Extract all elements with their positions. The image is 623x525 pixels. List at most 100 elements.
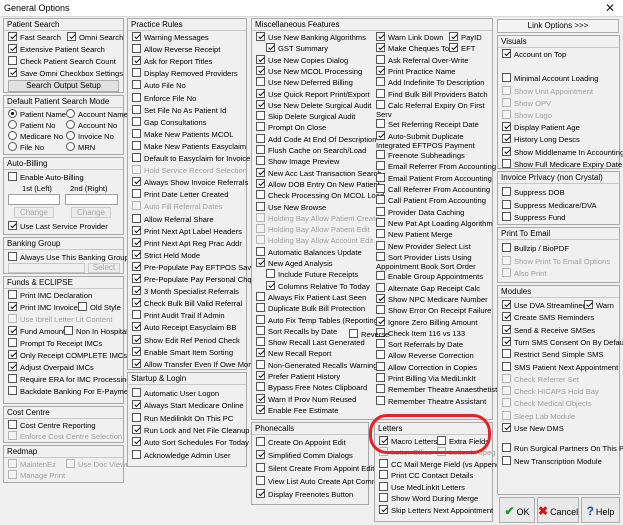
- letter-in-jpeg-checkbox[interactable]: Letter In Jpeg: [437, 447, 495, 458]
- always-show-invoice-referrals-checkbox[interactable]: Always Show Invoice Referrals: [132, 177, 248, 188]
- adjust-overpaid-imcs-checkbox[interactable]: Adjust Overpaid IMCs: [8, 362, 94, 373]
- auto-receipt-easyclaim-bb-checkbox[interactable]: Auto Receipt Easyclaim BB: [132, 322, 236, 333]
- print-audit-trail-if-admin-checkbox[interactable]: Print Audit Trail If Admin: [132, 310, 225, 321]
- print-practice-name-checkbox[interactable]: Print Practice Name: [376, 65, 456, 77]
- auto-sort-schedules-for-today-checkbox[interactable]: Auto Sort Schedules For Today: [132, 437, 249, 448]
- link-options-button[interactable]: Link Options >>>: [497, 19, 619, 33]
- call-patient-from-accounting-checkbox[interactable]: Call Patient From Accounting: [376, 195, 486, 206]
- print-next-apt-reg-prac-addr-checkbox[interactable]: Print Next Apt Reg Prac Addr: [132, 237, 242, 249]
- account-no-radio[interactable]: Account No: [66, 120, 117, 131]
- mrn-radio[interactable]: MRN: [66, 142, 95, 153]
- allow-transfer-even-if-owe-money-checkbox[interactable]: Allow Transfer Even If Owe Money: [132, 358, 260, 370]
- sms-patient-next-appointment-checkbox[interactable]: SMS Patient Next Appointment: [502, 361, 618, 373]
- add-indefinite-to-description-checkbox[interactable]: Add Indefinite To Description: [376, 77, 485, 88]
- pre-populate-pay-eftpos-sav-checkbox[interactable]: Pre-Populate Pay EFTPOS Sav: [132, 261, 251, 273]
- invoice-no-radio[interactable]: Invoice No: [66, 131, 114, 142]
- show-logo-checkbox[interactable]: Show Logo: [502, 110, 552, 121]
- ask-referral-over-write-checkbox[interactable]: Ask Referral Over-Write: [376, 54, 468, 66]
- make-new-patients-mcol-checkbox[interactable]: Make New Patients MCOL: [132, 128, 233, 140]
- check-bulk-bill-valid-referral-checkbox[interactable]: Check Bulk Bill Valid Referral: [132, 298, 242, 309]
- first-provider-field[interactable]: [8, 194, 60, 205]
- acknowledge-admin-user-checkbox[interactable]: Acknowledge Admin User: [132, 449, 231, 461]
- show-npc-medicare-number-checkbox[interactable]: Show NPC Medicare Number: [376, 293, 488, 305]
- create-sms-reminders-checkbox[interactable]: Create SMS Reminders: [502, 312, 594, 323]
- select-banking-group-button[interactable]: Select: [88, 263, 120, 273]
- only-receipt-complete-imcs-checkbox[interactable]: Only Receipt COMPLETE IMCs: [8, 350, 127, 361]
- check-referrer-set-checkbox[interactable]: Check Referrer Set: [502, 373, 579, 385]
- ignore-zero-billing-amount-checkbox[interactable]: Ignore Zero Billing Amount: [376, 316, 478, 328]
- 3-month-specialist-referrals-checkbox[interactable]: 3 Month Specialist Referrals: [132, 286, 239, 297]
- auto-file-no-checkbox[interactable]: Auto File No: [132, 80, 186, 91]
- cc-mail-merge-field-vs-append-checkbox[interactable]: CC Mail Merge Field (vs Append): [379, 458, 503, 470]
- medicare-no-radio[interactable]: Medicare No: [8, 131, 63, 142]
- enable-smart-item-sorting-checkbox[interactable]: Enable Smart Item Sorting: [132, 346, 233, 358]
- gap-consultations-checkbox[interactable]: Gap Consultations: [132, 116, 206, 128]
- backdate-banking-for-e-payments-checkbox[interactable]: Backdate Banking For E-Payments: [8, 386, 138, 397]
- allow-reverse-receipt-checkbox[interactable]: Allow Reverse Receipt: [132, 44, 220, 55]
- fast-search-checkbox[interactable]: Fast Search: [8, 32, 61, 43]
- remember-theatre-anaesthetist-checkbox[interactable]: Remember Theatre Anaesthetist: [376, 384, 497, 395]
- sort-referrals-by-date-checkbox[interactable]: Sort Referrals by Date: [376, 339, 463, 350]
- alternate-gap-receipt-calc-checkbox[interactable]: Alternate Gap Receipt Calc: [376, 282, 480, 294]
- show-opv-checkbox[interactable]: Show OPV: [502, 97, 551, 109]
- silent-create-from-appoint-edit-checkbox[interactable]: Silent Create From Appoint Edit: [256, 463, 374, 474]
- strict-held-mode-checkbox[interactable]: Strict Held Mode: [132, 249, 200, 261]
- display-removed-providers-checkbox[interactable]: Display Removed Providers: [132, 68, 238, 79]
- maintenez-checkbox[interactable]: MaintenEz: [8, 459, 56, 470]
- require-era-for-imc-processing-checkbox[interactable]: Require ERA for IMC Processing: [8, 374, 131, 385]
- allow-reverse-correction-checkbox[interactable]: Allow Reverse Correction: [376, 350, 474, 361]
- bullzip-biopdf-checkbox[interactable]: Bullzip / BioPDF: [502, 243, 569, 254]
- run-lock-and-net-file-cleanup-checkbox[interactable]: Run Lock and Net File Cleanup: [132, 424, 250, 436]
- use-doc-viewer-checkbox[interactable]: Use Doc Viewer: [66, 459, 132, 470]
- change-second-button[interactable]: Change: [71, 207, 111, 218]
- send-receive-smses-checkbox[interactable]: Send & Receive SMSes: [502, 324, 595, 336]
- use-last-service-provider-checkbox[interactable]: Use Last Service Provider: [8, 221, 108, 232]
- use-dva-streamlined-checkbox[interactable]: Use DVA Streamlined: [502, 300, 587, 311]
- sort-provider-lists-using-appointment-book-sort-order-checkbox[interactable]: Sort Provider Lists Using Appointment Bo…: [376, 251, 488, 272]
- display-patient-age-checkbox[interactable]: Display Patient Age: [502, 122, 580, 133]
- check-medical-objects-checkbox[interactable]: Check Medical Objects: [502, 398, 592, 409]
- change-first-button[interactable]: Change: [14, 207, 54, 218]
- make-cheques-to-checkbox[interactable]: Make Cheques To: [376, 43, 449, 54]
- remember-theatre-assistant-checkbox[interactable]: Remember Theatre Assistant: [376, 395, 486, 407]
- auto-fill-referral-dates-checkbox[interactable]: Auto Fill Referral Dates: [132, 201, 223, 212]
- restrict-send-simple-sms-checkbox[interactable]: Restrict Send Simple SMS: [502, 349, 603, 360]
- run-medilinkit-on-this-pc-checkbox[interactable]: Run MedilinkIt On This PC: [132, 412, 233, 424]
- payid-checkbox[interactable]: PayID: [449, 32, 482, 43]
- provider-data-caching-checkbox[interactable]: Provider Data Caching: [376, 206, 464, 218]
- save-omni-checkbox-settings-checkbox[interactable]: Save Omni Checkbox Settings: [8, 68, 123, 79]
- show-full-medicare-expiry-date-checkbox[interactable]: Show Full Medicare Expiry Date: [502, 158, 622, 170]
- display-freenotes-button-checkbox[interactable]: Display Freenotes Button: [256, 489, 353, 500]
- new-patient-merge-checkbox[interactable]: New Patient Merge: [376, 229, 453, 240]
- always-start-medicare-online-checkbox[interactable]: Always Start Medicare Online: [132, 400, 244, 411]
- reverse-checkbox[interactable]: Reverse: [349, 329, 389, 340]
- enforce-file-no-checkbox[interactable]: Enforce File No: [132, 92, 196, 104]
- close-icon[interactable]: ✕: [597, 0, 623, 17]
- warn-link-down-checkbox[interactable]: Warn Link Down: [376, 32, 443, 43]
- patient-no-radio[interactable]: Patient No: [8, 120, 55, 131]
- letter-office-checkbox[interactable]: Letter Office: [379, 447, 432, 458]
- minimal-account-loading-checkbox[interactable]: Minimal Account Loading: [502, 73, 598, 84]
- make-new-patients-easyclaim-checkbox[interactable]: Make New Patients Easyclaim: [132, 140, 246, 152]
- macro-letters-checkbox[interactable]: Macro Letters: [379, 436, 437, 447]
- second-provider-field[interactable]: [65, 194, 118, 205]
- set-file-no-as-patient-id-checkbox[interactable]: Set File No As Patient Id: [132, 104, 226, 116]
- search-output-setup-button[interactable]: Search Output Setup: [8, 80, 119, 92]
- fund-amount-checkbox[interactable]: Fund Amount: [8, 326, 65, 337]
- email-referrer-from-accounting-checkbox[interactable]: Email Referrer From Accounting: [376, 161, 496, 172]
- enforce-cost-centre-selection-checkbox[interactable]: Enforce Cost Centre Selection: [8, 431, 122, 442]
- sleep-lab-module-checkbox[interactable]: Sleep Lab Module: [502, 410, 575, 422]
- print-next-apt-label-headers-checkbox[interactable]: Print Next Apt Label Headers: [132, 225, 242, 237]
- show-middlename-in-accounting-checkbox[interactable]: Show Middlename In Accounting: [502, 146, 623, 158]
- view-list-auto-create-apt-comms-checkbox[interactable]: View List Auto Create Apt Comms: [256, 476, 382, 487]
- check-item-116-vs-133-checkbox[interactable]: Check Item 116 vs 133: [376, 327, 465, 339]
- enable-auto-billing-checkbox[interactable]: Enable Auto-Billing: [8, 172, 84, 183]
- print-imc-invoice-checkbox[interactable]: Print IMC Invoice: [8, 302, 78, 313]
- non-in-hospital-checkbox[interactable]: Non In Hospital: [64, 326, 128, 337]
- print-cc-contact-details-checkbox[interactable]: Print CC Contact Details: [379, 470, 473, 481]
- old-style-checkbox[interactable]: Old Style: [78, 302, 121, 313]
- new-transcription-module-checkbox[interactable]: New Transcription Module: [502, 456, 602, 467]
- allow-referral-share-checkbox[interactable]: Allow Referral Share: [132, 213, 214, 225]
- check-patient-search-count-checkbox[interactable]: Check Patient Search Count: [8, 56, 116, 67]
- ask-for-report-titles-checkbox[interactable]: Ask for Report Titles: [132, 56, 212, 67]
